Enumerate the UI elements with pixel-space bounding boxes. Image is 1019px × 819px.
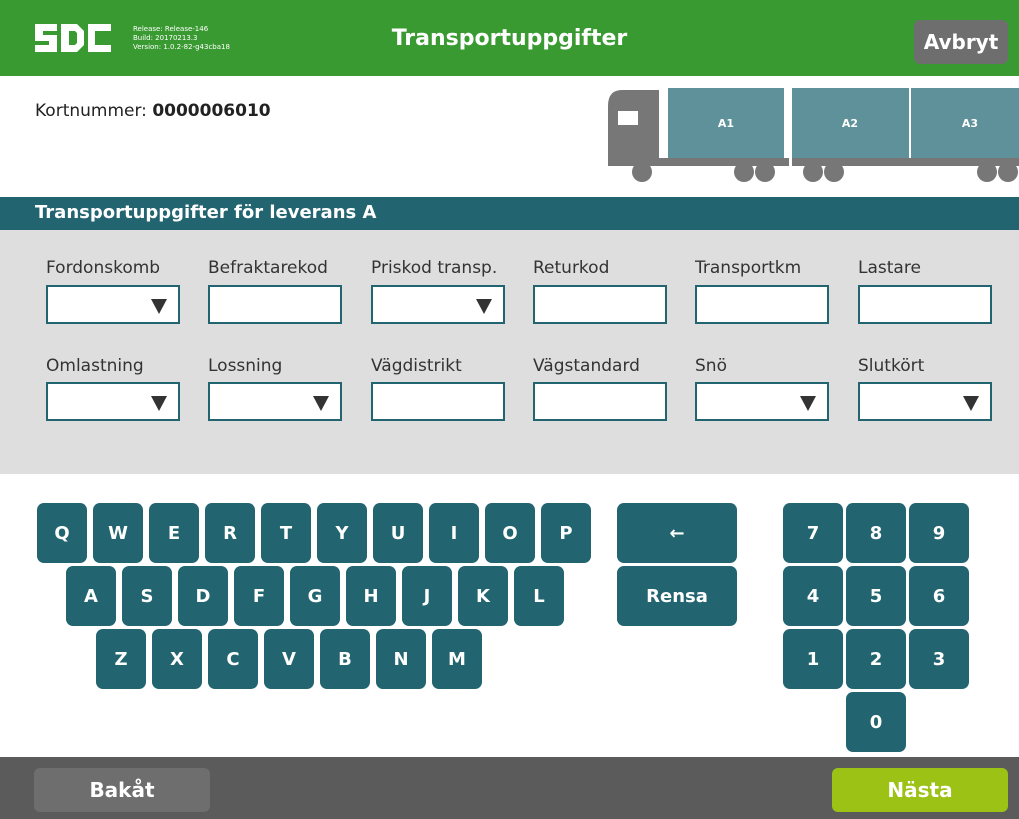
- key-w[interactable]: W: [93, 503, 143, 563]
- numpad-key-5[interactable]: 5: [846, 566, 906, 626]
- key-d[interactable]: D: [178, 566, 228, 626]
- returkod-label: Returkod: [533, 258, 610, 278]
- key-o[interactable]: O: [485, 503, 535, 563]
- sno-label: Snö: [695, 356, 727, 376]
- compartment-a2-label: A2: [842, 117, 858, 130]
- card-number: Kortnummer: 0000006010: [35, 101, 271, 121]
- vagstandard-label: Vägstandard: [533, 356, 640, 376]
- fordonskomb-select[interactable]: [46, 285, 180, 324]
- card-number-value: 0000006010: [152, 101, 271, 121]
- chevron-down-icon: [800, 396, 816, 411]
- vagstandard-input[interactable]: [533, 382, 667, 421]
- vagdistrikt-input[interactable]: [371, 382, 505, 421]
- numpad-key-1[interactable]: 1: [783, 629, 843, 689]
- numpad-key-0[interactable]: 0: [846, 692, 906, 752]
- key-b[interactable]: B: [320, 629, 370, 689]
- lastare-input[interactable]: [858, 285, 992, 324]
- compartment-a1-label: A1: [718, 117, 734, 130]
- omlastning-select[interactable]: [46, 382, 180, 421]
- key-y[interactable]: Y: [317, 503, 367, 563]
- omlastning-label: Omlastning: [46, 356, 144, 376]
- chevron-down-icon: [963, 396, 979, 411]
- clear-key[interactable]: Rensa: [617, 566, 737, 626]
- numpad-key-4[interactable]: 4: [783, 566, 843, 626]
- section-title: Transportuppgifter för leverans A: [35, 202, 377, 223]
- key-s[interactable]: S: [122, 566, 172, 626]
- key-m[interactable]: M: [432, 629, 482, 689]
- section-header: Transportuppgifter för leverans A: [0, 197, 1019, 230]
- key-a[interactable]: A: [66, 566, 116, 626]
- key-c[interactable]: C: [208, 629, 258, 689]
- key-x[interactable]: X: [152, 629, 202, 689]
- key-e[interactable]: E: [149, 503, 199, 563]
- slutkort-select[interactable]: [858, 382, 992, 421]
- key-q[interactable]: Q: [37, 503, 87, 563]
- truck-diagram: A1 A2 A3: [608, 88, 1019, 182]
- cancel-button[interactable]: Avbryt: [914, 20, 1008, 64]
- key-j[interactable]: J: [402, 566, 452, 626]
- returkod-input[interactable]: [533, 285, 667, 324]
- back-button[interactable]: Bakåt: [34, 768, 210, 812]
- compartment-a3-label: A3: [962, 117, 978, 130]
- key-v[interactable]: V: [264, 629, 314, 689]
- key-p[interactable]: P: [541, 503, 591, 563]
- key-i[interactable]: I: [429, 503, 479, 563]
- priskod-transp-label: Priskod transp.: [371, 258, 498, 278]
- chevron-down-icon: [476, 299, 492, 314]
- chevron-down-icon: [151, 396, 167, 411]
- befraktarekod-label: Befraktarekod: [208, 258, 328, 278]
- key-g[interactable]: G: [290, 566, 340, 626]
- vagdistrikt-label: Vägdistrikt: [371, 356, 462, 376]
- lossning-select[interactable]: [208, 382, 342, 421]
- key-h[interactable]: H: [346, 566, 396, 626]
- key-k[interactable]: K: [458, 566, 508, 626]
- chevron-down-icon: [313, 396, 329, 411]
- slutkort-label: Slutkört: [858, 356, 925, 376]
- key-z[interactable]: Z: [96, 629, 146, 689]
- key-l[interactable]: L: [514, 566, 564, 626]
- key-r[interactable]: R: [205, 503, 255, 563]
- next-button[interactable]: Nästa: [832, 768, 1008, 812]
- page-title: Transportuppgifter: [391, 26, 628, 51]
- numpad-key-8[interactable]: 8: [846, 503, 906, 563]
- key-n[interactable]: N: [376, 629, 426, 689]
- chevron-down-icon: [151, 299, 167, 314]
- backspace-key[interactable]: ←: [617, 503, 737, 563]
- fordonskomb-label: Fordonskomb: [46, 258, 161, 278]
- priskod-transp-select[interactable]: [371, 285, 505, 324]
- key-f[interactable]: F: [234, 566, 284, 626]
- transportkm-label: Transportkm: [695, 258, 802, 278]
- card-number-label: Kortnummer:: [35, 101, 147, 121]
- key-t[interactable]: T: [261, 503, 311, 563]
- numpad-key-6[interactable]: 6: [909, 566, 969, 626]
- lastare-label: Lastare: [858, 258, 921, 278]
- befraktarekod-input[interactable]: [208, 285, 342, 324]
- numpad-key-9[interactable]: 9: [909, 503, 969, 563]
- key-u[interactable]: U: [373, 503, 423, 563]
- numpad-key-3[interactable]: 3: [909, 629, 969, 689]
- lossning-label: Lossning: [208, 356, 283, 376]
- sno-select[interactable]: [695, 382, 829, 421]
- transportkm-input[interactable]: [695, 285, 829, 324]
- numpad-key-2[interactable]: 2: [846, 629, 906, 689]
- numpad-key-7[interactable]: 7: [783, 503, 843, 563]
